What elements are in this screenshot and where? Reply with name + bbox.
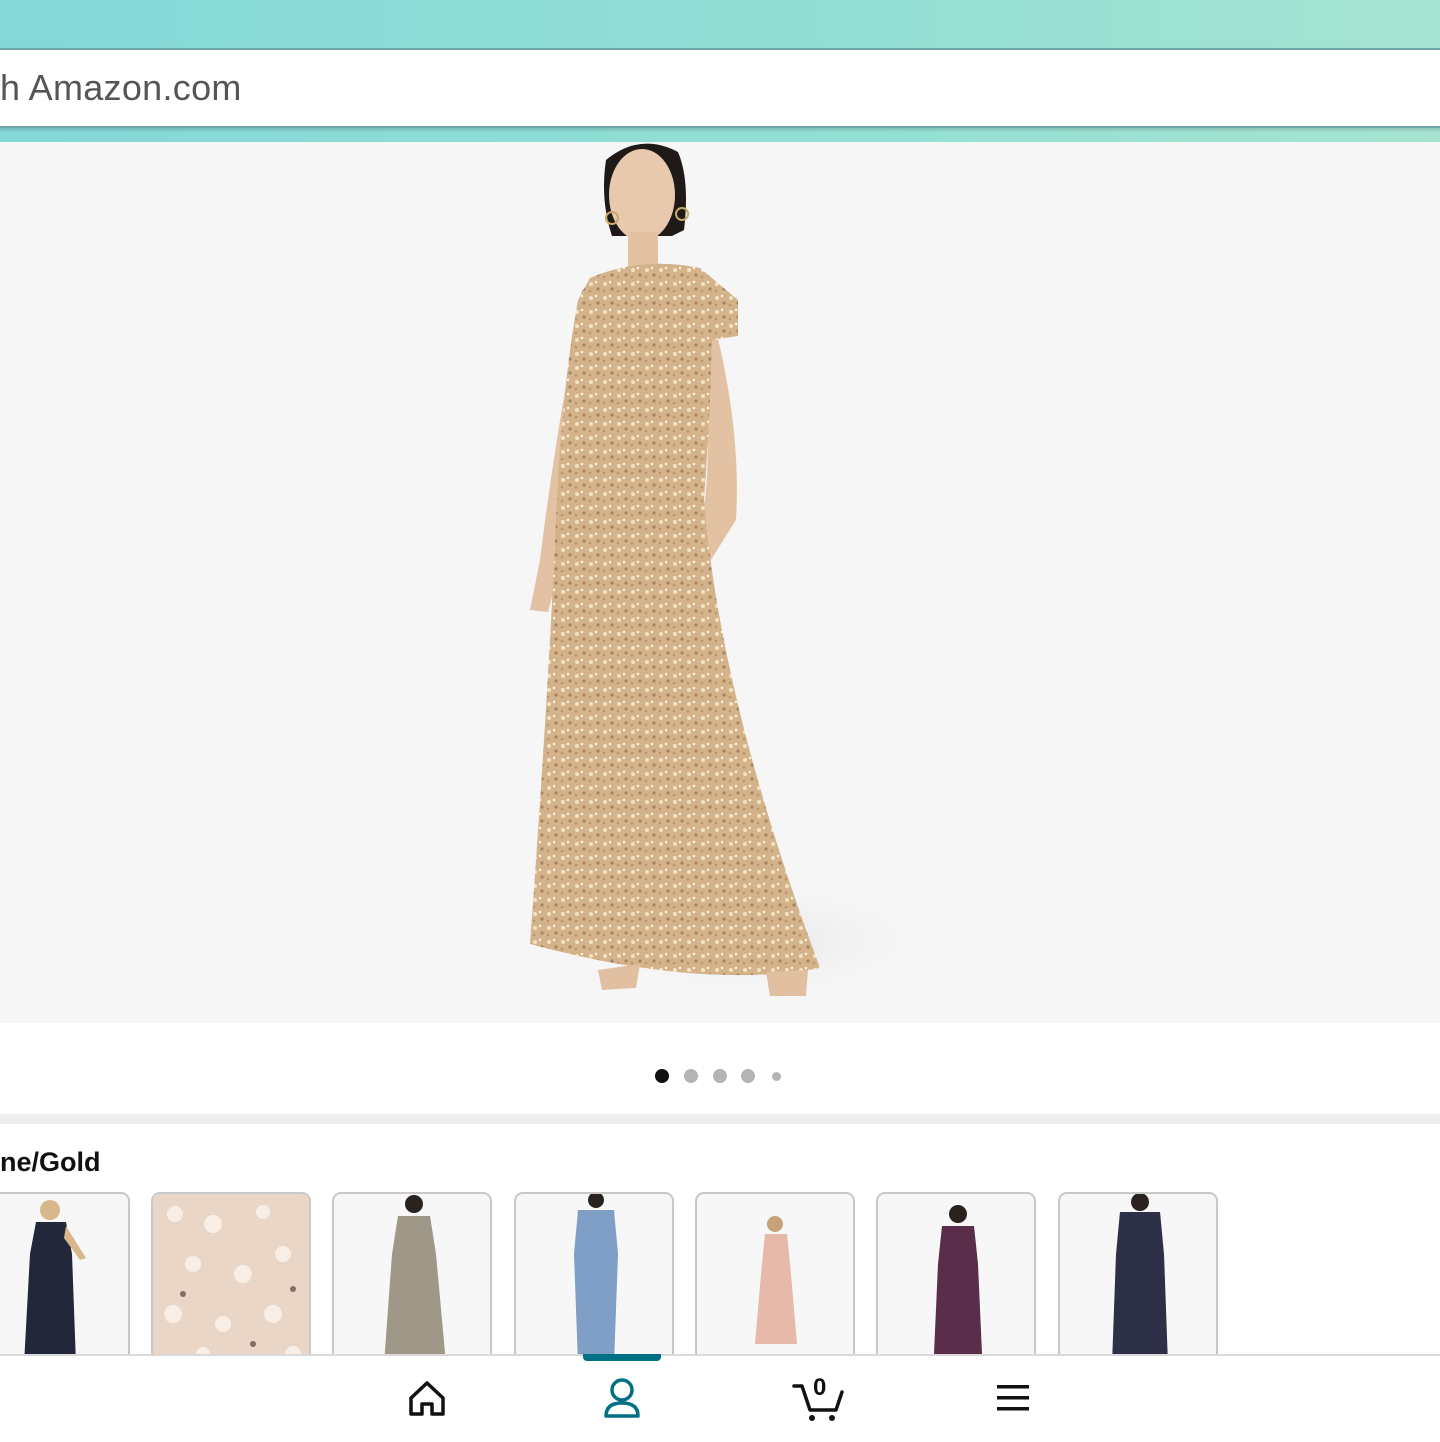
selected-color-label: ne/Gold	[0, 1147, 101, 1177]
swatch-image	[1112, 1194, 1168, 1364]
active-tab-indicator	[583, 1354, 661, 1361]
account-icon	[604, 1378, 640, 1418]
color-swatch-blush[interactable]	[151, 1192, 311, 1367]
cart-count: 0	[813, 1374, 827, 1401]
swatch-image	[934, 1205, 982, 1354]
account-button[interactable]	[592, 1368, 652, 1428]
page-dot-5[interactable]	[772, 1072, 781, 1081]
product-image-carousel[interactable]	[0, 142, 1440, 1023]
page-dot-2[interactable]	[684, 1069, 698, 1083]
home-button[interactable]	[397, 1368, 457, 1428]
section-divider	[0, 1114, 1440, 1124]
color-swatch-plum[interactable]	[876, 1192, 1036, 1367]
search-placeholder[interactable]: h Amazon.com	[0, 67, 242, 109]
color-swatch-dark-navy[interactable]	[1058, 1192, 1218, 1367]
color-swatch-pink[interactable]	[695, 1192, 855, 1367]
carousel-pagination	[0, 1068, 1440, 1084]
swatch-image	[755, 1216, 797, 1344]
swatch-image	[153, 1194, 309, 1365]
page-dot-3[interactable]	[713, 1069, 727, 1083]
bottom-navigation	[0, 1354, 1440, 1442]
color-swatch-navy[interactable]	[0, 1192, 130, 1367]
page-dot-1[interactable]	[655, 1069, 669, 1083]
product-image	[530, 143, 930, 1000]
swatch-image	[24, 1200, 86, 1364]
search-bar[interactable]: h Amazon.com	[0, 48, 1440, 128]
home-icon	[409, 1381, 445, 1416]
color-swatch-taupe[interactable]	[332, 1192, 492, 1367]
menu-button[interactable]	[983, 1368, 1043, 1428]
menu-icon	[997, 1385, 1029, 1411]
swatch-image	[384, 1195, 446, 1364]
swatch-image	[574, 1194, 618, 1364]
page-dot-4[interactable]	[741, 1069, 755, 1083]
color-swatch-blue[interactable]	[514, 1192, 674, 1367]
